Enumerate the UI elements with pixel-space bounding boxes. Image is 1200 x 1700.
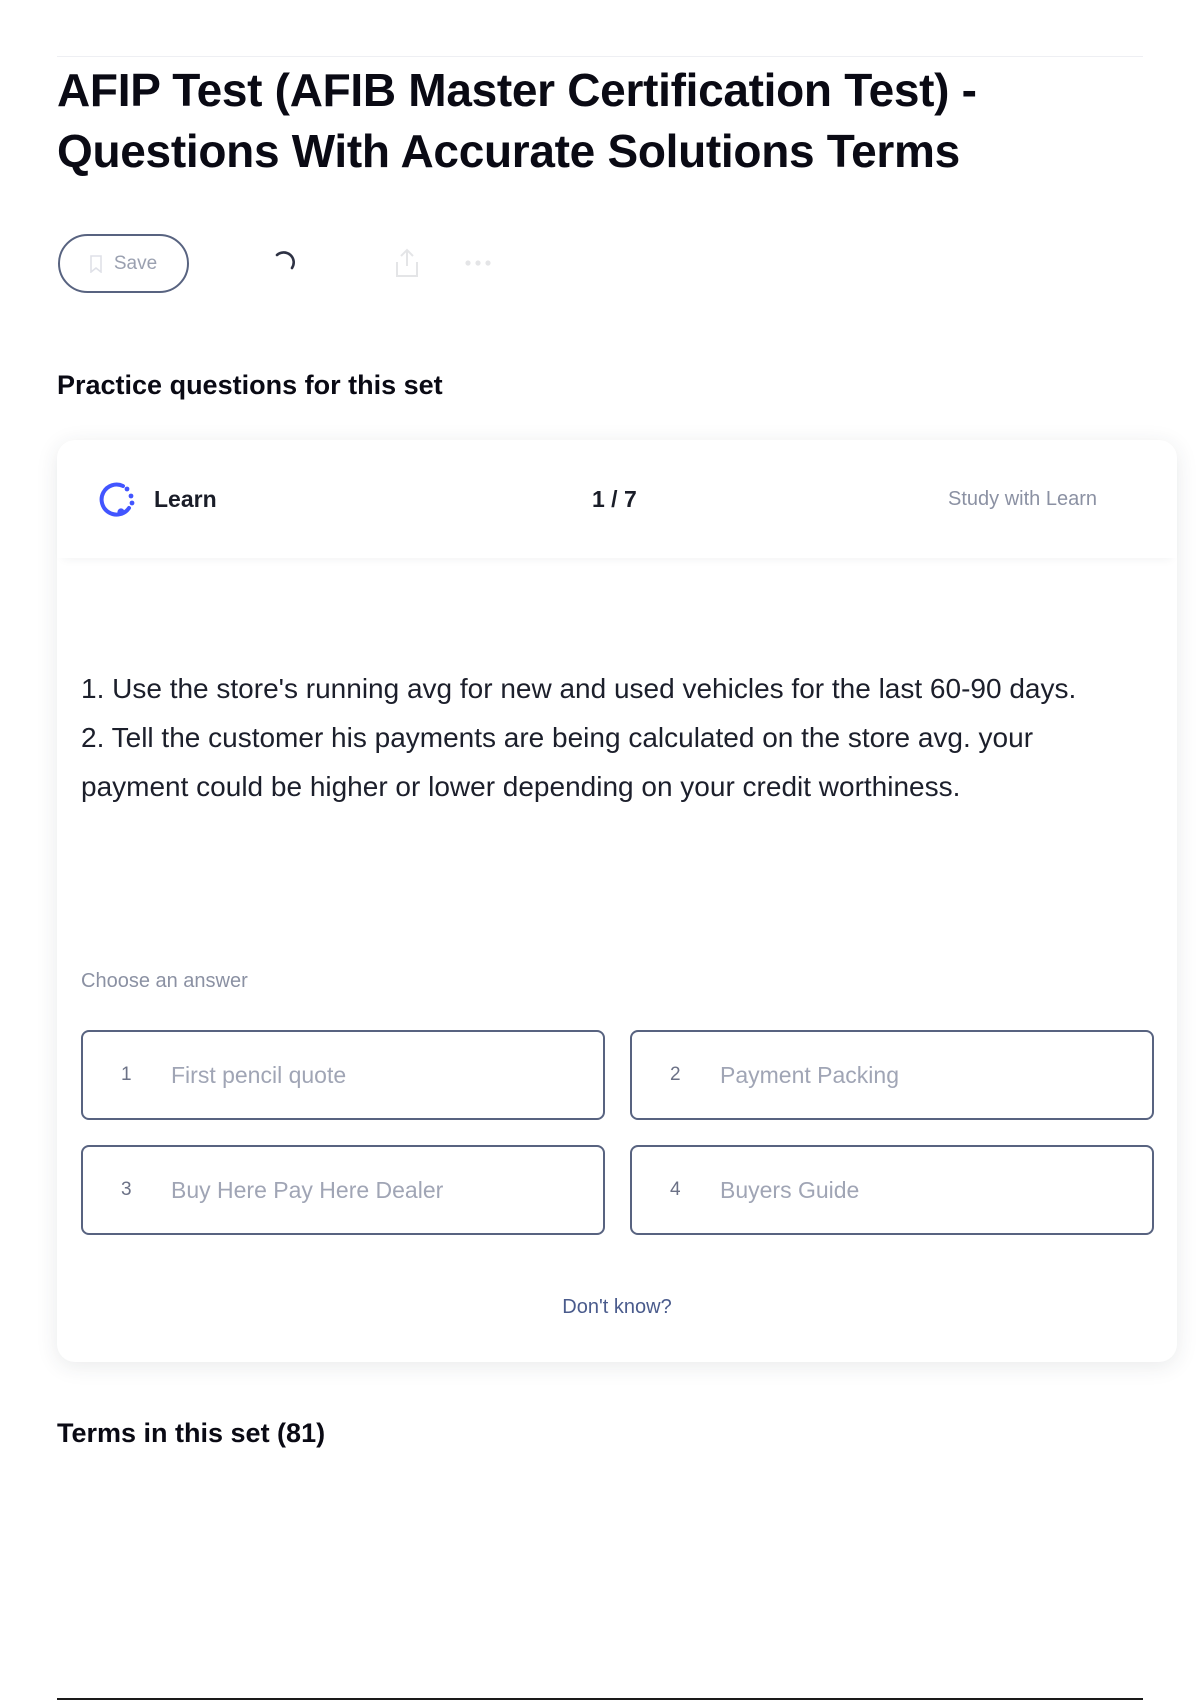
study-with-learn-link[interactable]: Study with Learn <box>948 488 1097 511</box>
answer-text: Buy Here Pay Here Dealer <box>171 1176 444 1203</box>
learn-mode-label: Learn <box>154 486 217 512</box>
card-header: Learn 1 / 7 Study with Learn <box>57 440 1177 558</box>
share-icon[interactable] <box>394 248 420 278</box>
answer-text: Buyers Guide <box>720 1176 860 1203</box>
practice-heading: Practice questions for this set <box>57 370 443 400</box>
question-counter: 1 / 7 <box>592 486 637 512</box>
answer-text: Payment Packing <box>720 1061 899 1088</box>
bookmark-icon <box>90 254 102 274</box>
answer-text: First pencil quote <box>171 1061 347 1088</box>
page: AFIP Test (AFIB Master Certification Tes… <box>0 0 1200 1700</box>
more-icon[interactable] <box>464 256 492 268</box>
answer-option-3[interactable]: 3 Buy Here Pay Here Dealer <box>81 1145 605 1235</box>
choose-answer-label: Choose an answer <box>81 970 248 992</box>
answer-number: 4 <box>670 1179 681 1200</box>
answer-number: 2 <box>670 1064 681 1085</box>
learn-mode-icon <box>95 478 139 522</box>
answer-number: 3 <box>121 1179 132 1200</box>
dont-know-button[interactable]: Don't know? <box>57 1296 1177 1319</box>
terms-heading: Terms in this set (81) <box>57 1418 326 1448</box>
page-title: AFIP Test (AFIB Master Certification Tes… <box>57 64 977 177</box>
practice-card: Learn 1 / 7 Study with Learn 1. Use the … <box>57 440 1177 1362</box>
top-divider <box>57 56 1143 57</box>
question-prompt: 1. Use the store's running avg for new a… <box>81 673 1077 802</box>
answer-option-4[interactable]: 4 Buyers Guide <box>630 1145 1154 1235</box>
answer-option-2[interactable]: 2 Payment Packing <box>630 1030 1154 1120</box>
loading-icon <box>271 250 297 276</box>
save-label: Save <box>113 252 158 274</box>
answer-option-1[interactable]: 1 First pencil quote <box>81 1030 605 1120</box>
answer-number: 1 <box>121 1064 132 1085</box>
save-button[interactable]: Save <box>58 234 189 293</box>
